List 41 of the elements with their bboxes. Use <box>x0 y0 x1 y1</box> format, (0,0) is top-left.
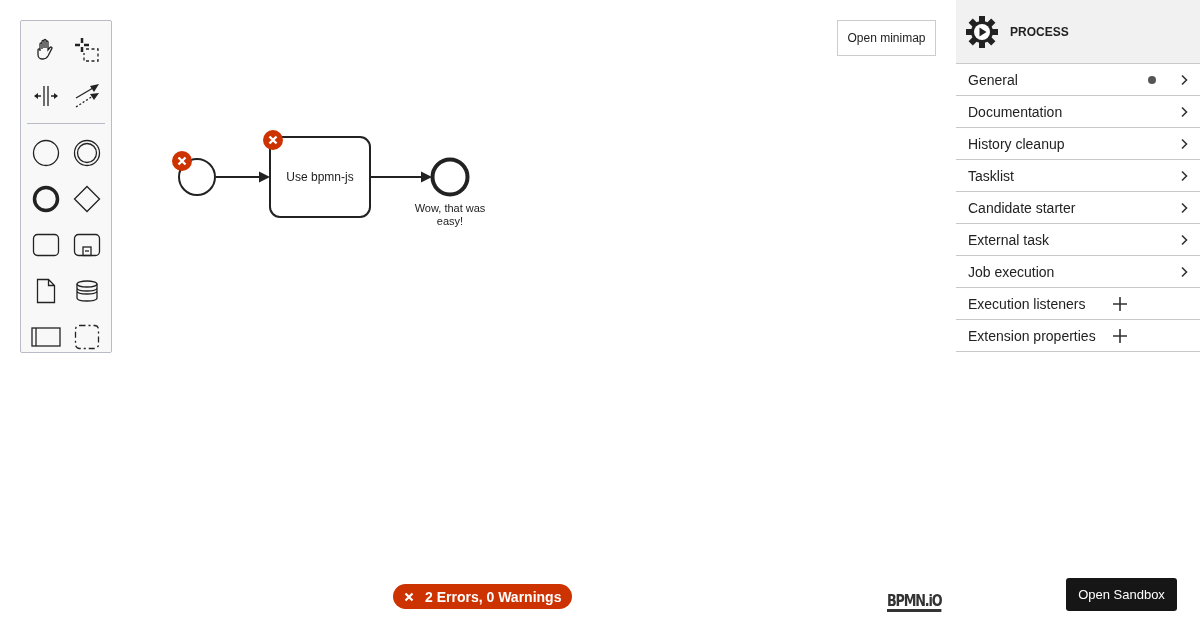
add-icon[interactable] <box>1113 296 1127 311</box>
panel-group-header[interactable]: Execution listeners <box>956 288 1200 320</box>
panel-group-header[interactable]: History cleanup <box>956 128 1200 160</box>
group-label: Candidate starter <box>968 199 1076 216</box>
end-event-label: Wow, that was easy! <box>413 202 487 228</box>
chevron-right-icon <box>1180 265 1188 278</box>
panel-group-header[interactable]: Documentation <box>956 96 1200 128</box>
start-event[interactable] <box>178 158 216 196</box>
group-label: History cleanup <box>968 135 1065 152</box>
group-label: Tasklist <box>968 167 1014 184</box>
task-shape[interactable] <box>269 136 371 218</box>
group-label: External task <box>968 231 1049 248</box>
end-event[interactable] <box>430 157 470 197</box>
sequence-flow-arrow[interactable] <box>370 171 432 183</box>
add-icon[interactable] <box>1113 328 1127 343</box>
task-label: Use bpmn-js <box>286 170 354 184</box>
error-status-button[interactable]: 2 Errors, 0 Warnings <box>393 584 573 609</box>
chevron-right-icon <box>1180 105 1188 118</box>
process-gear-icon <box>966 15 998 48</box>
panel-group-header[interactable]: External task <box>956 224 1200 256</box>
close-icon <box>404 591 414 602</box>
panel-group-header[interactable]: Job execution <box>956 256 1200 288</box>
chevron-right-icon <box>1180 137 1188 150</box>
panel-group-header[interactable]: Extension properties <box>956 320 1200 352</box>
open-minimap-button[interactable]: Open minimap <box>837 20 936 56</box>
open-sandbox-button[interactable]: Open Sandbox <box>1066 578 1177 611</box>
sequence-flow-arrow[interactable] <box>215 171 270 183</box>
group-label: General <box>968 71 1018 88</box>
group-label: Documentation <box>968 103 1063 120</box>
panel-title: PROCESS <box>1010 24 1069 39</box>
group-label: Extension properties <box>968 327 1096 344</box>
chevron-right-icon <box>1180 73 1188 86</box>
panel-group-header[interactable]: General <box>956 64 1200 96</box>
panel-group-header[interactable]: Tasklist <box>956 160 1200 192</box>
panel-group-header[interactable]: Candidate starter <box>956 192 1200 224</box>
chevron-right-icon <box>1180 233 1188 246</box>
chevron-right-icon <box>1180 201 1188 214</box>
logo[interactable]: BPMN.iO <box>887 592 942 612</box>
group-label: Job execution <box>968 263 1055 280</box>
group-label: Execution listeners <box>968 295 1086 312</box>
chevron-right-icon <box>1180 169 1188 182</box>
